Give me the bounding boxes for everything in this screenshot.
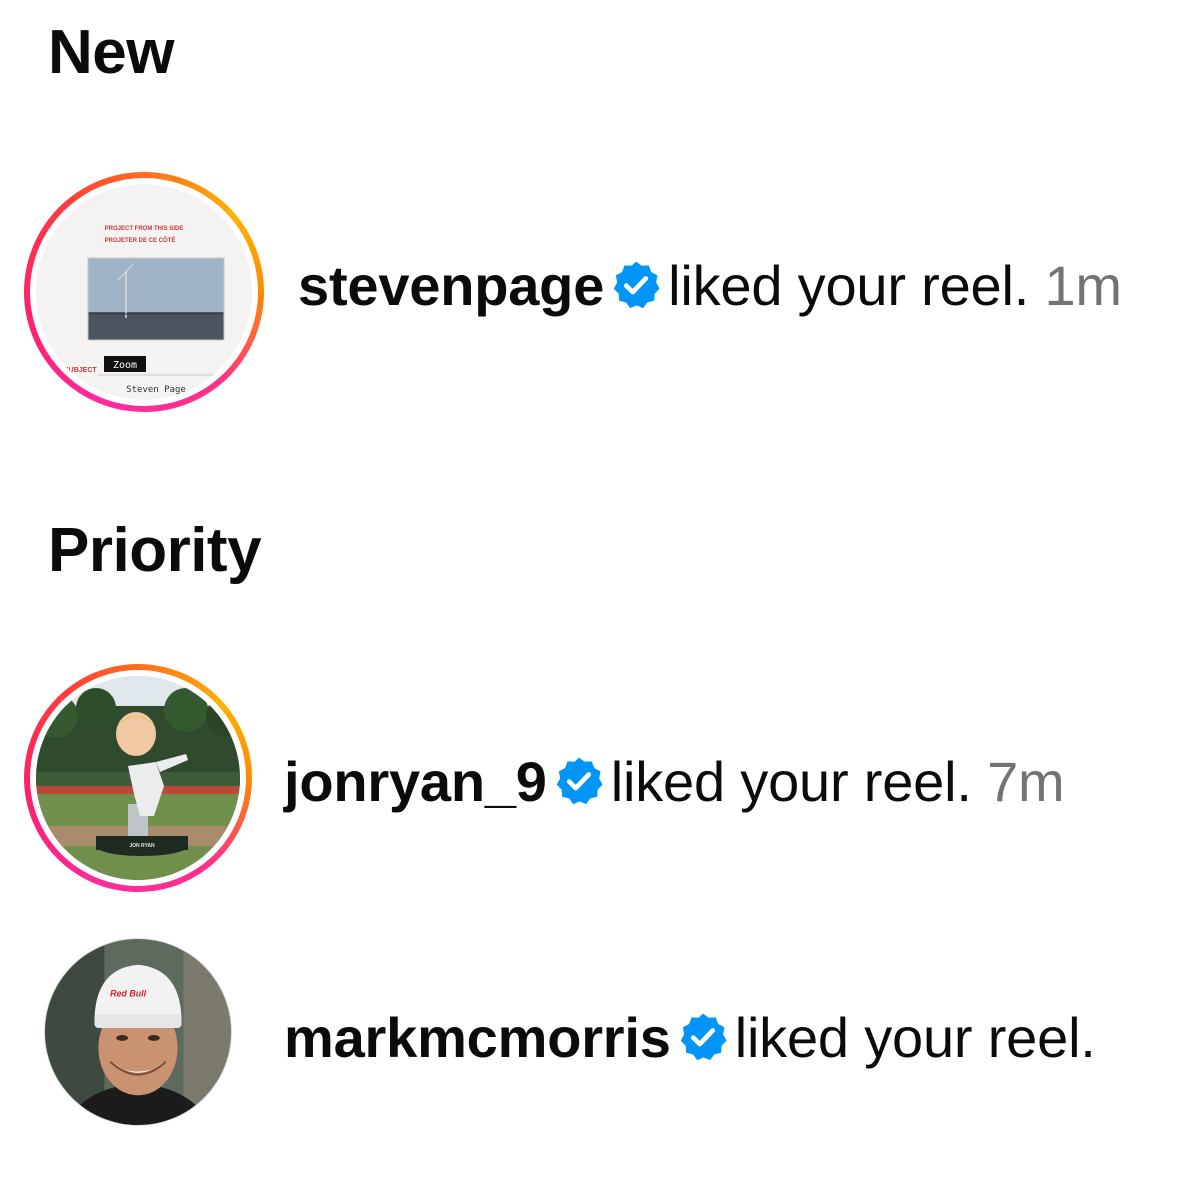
username-link[interactable]: markmcmorris: [284, 1006, 671, 1069]
notification-time: 1m: [1044, 254, 1122, 317]
avatar-text-line1: PROJECT FROM THIS SIDE: [105, 226, 184, 232]
notification-action: liked your reel.: [610, 750, 972, 813]
username-link[interactable]: jonryan_9: [284, 750, 547, 813]
avatar-text-zoom: Zoom: [113, 360, 137, 371]
notification-text: stevenpage liked your reel. 1m: [298, 258, 1122, 314]
avatar-container[interactable]: Red Bull: [44, 938, 232, 1126]
notification-time: 7m: [987, 750, 1065, 813]
notification-row-markmcmorris[interactable]: Red Bull markmcmorris liked your reel.: [0, 930, 1200, 1140]
notification-text: markmcmorris liked your reel.: [284, 1010, 1096, 1066]
verified-badge-icon: [553, 755, 605, 807]
notification-row-jonryan_9[interactable]: JON RYAN jonryan_9 liked your reel. 7m: [0, 660, 1200, 896]
section-title-new: New: [48, 18, 174, 87]
avatar-markmcmorris[interactable]: Red Bull: [44, 938, 232, 1126]
notification-text: jonryan_9 liked your reel. 7m: [284, 754, 1065, 810]
avatar-text-name: Steven Page: [126, 385, 186, 395]
verified-badge-icon: [610, 259, 662, 311]
beanie-logo: Red Bull: [110, 988, 147, 998]
avatar-text-line2: PROJETER DE CE CÔTÉ: [105, 236, 176, 244]
avatar-jonryan_9[interactable]: JON RYAN: [36, 676, 240, 880]
story-ring[interactable]: PROJECT FROM THIS SIDE PROJETER DE CE CÔ…: [24, 172, 264, 412]
avatar-stevenpage[interactable]: PROJECT FROM THIS SIDE PROJETER DE CE CÔ…: [36, 184, 252, 400]
notification-row-stevenpage[interactable]: PROJECT FROM THIS SIDE PROJETER DE CE CÔ…: [0, 168, 1200, 414]
notification-action: liked your reel.: [734, 1006, 1096, 1069]
verified-badge-icon: [677, 1011, 729, 1063]
story-ring[interactable]: JON RYAN: [24, 664, 252, 892]
username-link[interactable]: stevenpage: [298, 254, 604, 317]
section-title-priority: Priority: [48, 516, 262, 585]
bobblehead-base-label: JON RYAN: [129, 843, 155, 849]
notification-action: liked your reel.: [668, 254, 1030, 317]
